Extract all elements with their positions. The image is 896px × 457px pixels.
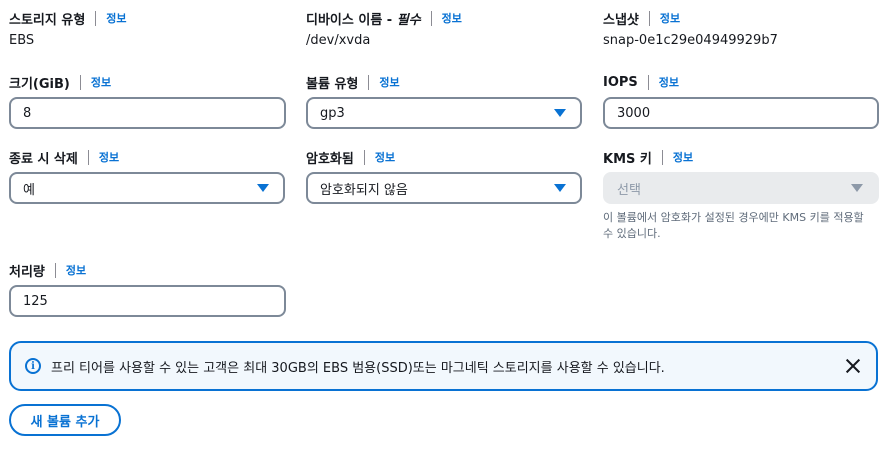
encrypted-field: 암호화됨 정보 암호화되지 않음 (306, 147, 582, 204)
storage-type-field: 스토리지 유형 정보 EBS (9, 8, 127, 48)
throughput-input-value: 125 (23, 293, 48, 309)
divider (430, 10, 432, 26)
caret-down-icon (554, 184, 566, 192)
encrypted-label: 암호화됨 (306, 151, 354, 167)
iops-input-value: 3000 (617, 105, 651, 121)
device-name-label-prefix: 디바이스 이름 - (306, 12, 397, 28)
divider (79, 74, 81, 90)
size-info-link[interactable]: 정보 (91, 74, 111, 90)
storage-type-value: EBS (9, 33, 35, 48)
snapshot-field: 스냅샷 정보 snap-0e1c29e04949929b7 (603, 8, 778, 48)
encrypted-selected: 암호화되지 않음 (320, 182, 408, 198)
volume-type-field: 볼륨 유형 정보 gp3 (306, 72, 582, 129)
divider (368, 74, 370, 90)
device-name-label: 디바이스 이름 - 필수 (306, 9, 421, 28)
device-name-info-link[interactable]: 정보 (442, 10, 462, 26)
kms-key-field: KMS 키 정보 선택 이 볼륨에서 암호화가 설정된 경우에만 KMS 키를 … (603, 147, 879, 242)
throughput-field: 처리량 정보 125 (9, 260, 286, 317)
storage-type-label: 스토리지 유형 (9, 12, 86, 28)
kms-key-hint: 이 볼륨에서 암호화가 설정된 경우에만 KMS 키를 적용할 수 있습니다. (603, 211, 864, 240)
required-marker: 필수 (396, 12, 421, 28)
divider (648, 10, 650, 26)
kms-key-placeholder: 선택 (617, 182, 641, 198)
divider (647, 74, 649, 90)
volume-type-selected: gp3 (320, 105, 345, 121)
iops-label: IOPS (603, 74, 638, 90)
volume-type-select[interactable]: gp3 (306, 97, 582, 129)
close-icon[interactable] (844, 357, 862, 375)
divider (54, 262, 56, 278)
divider (661, 149, 663, 165)
size-label: 크기(GiB) (9, 76, 70, 92)
kms-key-select: 선택 (603, 172, 879, 204)
delete-on-termination-field: 종료 시 삭제 정보 예 (9, 147, 285, 204)
caret-down-icon (257, 184, 269, 192)
add-volume-button[interactable]: 새 볼륨 추가 (9, 404, 121, 436)
info-icon: i (25, 358, 41, 374)
kms-key-info-link[interactable]: 정보 (673, 149, 693, 165)
size-field: 크기(GiB) 정보 8 (9, 72, 286, 129)
encrypted-info-link[interactable]: 정보 (375, 149, 395, 165)
divider (95, 10, 97, 26)
device-name-value: /dev/xvda (306, 33, 371, 48)
delete-on-termination-info-link[interactable]: 정보 (99, 149, 119, 165)
divider (363, 149, 365, 165)
throughput-input[interactable]: 125 (9, 285, 286, 317)
throughput-info-link[interactable]: 정보 (66, 262, 86, 278)
snapshot-value: snap-0e1c29e04949929b7 (603, 33, 778, 48)
kms-key-label: KMS 키 (603, 151, 652, 167)
delete-on-termination-select[interactable]: 예 (9, 172, 285, 204)
volume-type-label: 볼륨 유형 (306, 76, 359, 92)
delete-on-termination-label: 종료 시 삭제 (9, 151, 78, 167)
device-name-field: 디바이스 이름 - 필수 정보 /dev/xvda (306, 8, 462, 48)
storage-type-info-link[interactable]: 정보 (106, 10, 126, 26)
delete-on-termination-selected: 예 (23, 182, 35, 198)
size-input[interactable]: 8 (9, 97, 286, 129)
iops-info-link[interactable]: 정보 (659, 74, 679, 90)
caret-down-icon (851, 184, 863, 192)
size-input-value: 8 (23, 105, 32, 121)
divider (87, 149, 89, 165)
alert-message: 프리 티어를 사용할 수 있는 고객은 최대 30GB의 EBS 범용(SSD)… (51, 360, 665, 376)
free-tier-alert: i 프리 티어를 사용할 수 있는 고객은 최대 30GB의 EBS 범용(SS… (9, 341, 878, 391)
throughput-label: 처리량 (9, 264, 45, 280)
encrypted-select[interactable]: 암호화되지 않음 (306, 172, 582, 204)
iops-field: IOPS 정보 3000 (603, 72, 879, 129)
iops-input[interactable]: 3000 (603, 97, 879, 129)
snapshot-info-link[interactable]: 정보 (660, 10, 680, 26)
snapshot-label: 스냅샷 (603, 12, 639, 28)
caret-down-icon (554, 109, 566, 117)
volume-type-info-link[interactable]: 정보 (379, 74, 399, 90)
